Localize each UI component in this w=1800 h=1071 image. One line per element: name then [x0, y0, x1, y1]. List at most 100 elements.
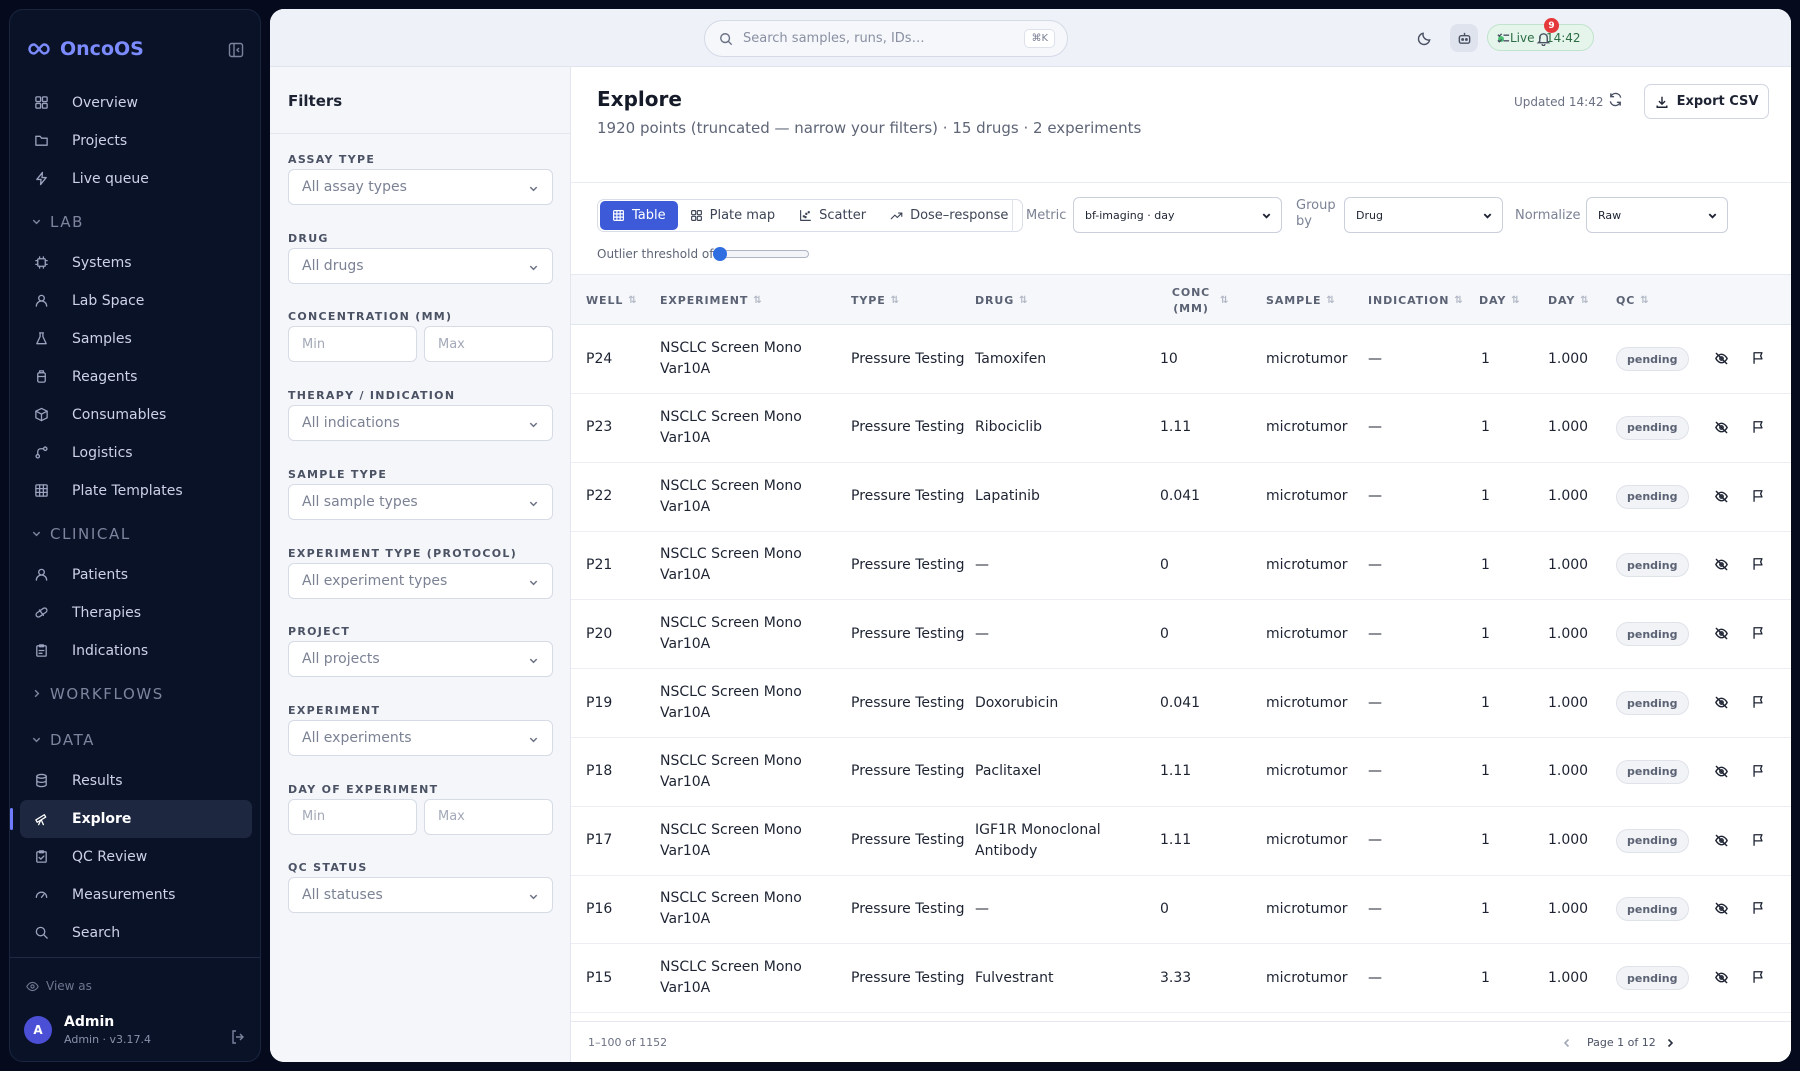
exclude-eye-off-icon[interactable]	[1714, 489, 1729, 504]
flag-icon[interactable]	[1751, 970, 1765, 984]
logout-icon[interactable]	[230, 1029, 246, 1045]
outlier-threshold-slider[interactable]	[713, 247, 809, 261]
column-header-drug[interactable]: Drug ⇅	[975, 275, 1028, 326]
filter-select-drug[interactable]: All drugs	[288, 247, 553, 284]
sidebar-section-workflows[interactable]: WORKFLOWS	[10, 672, 260, 716]
table-row[interactable]: P16 NSCLC Screen Mono Var10A Pressure Test…	[571, 875, 1791, 945]
exclude-eye-off-icon[interactable]	[1714, 557, 1729, 572]
sidebar-item-samples[interactable]: Samples	[20, 320, 252, 358]
notifications-button[interactable]: 9	[1529, 18, 1559, 52]
flag-icon[interactable]	[1751, 557, 1765, 571]
sidebar-item-lab-space[interactable]: Lab Space	[20, 282, 252, 320]
filter-select-project[interactable]: All projects	[288, 641, 553, 678]
view-tab-plate-map[interactable]: Plate map	[678, 201, 788, 230]
groupby-select[interactable]: Drug	[1344, 197, 1503, 233]
sidebar-item-therapies[interactable]: Therapies	[20, 594, 252, 632]
sidebar-item-patients[interactable]: Patients	[20, 556, 252, 594]
table-row[interactable]: P15 NSCLC Screen Mono Var10A Pressure Test…	[571, 944, 1791, 1014]
flag-icon[interactable]	[1751, 626, 1765, 640]
table-row[interactable]: P18 NSCLC Screen Mono Var10A Pressure Test…	[571, 738, 1791, 807]
sidebar-item-measurements[interactable]: Measurements	[20, 876, 252, 914]
flag-icon[interactable]	[1751, 833, 1765, 847]
sidebar-item-projects[interactable]: Projects	[20, 122, 252, 160]
exclude-eye-off-icon[interactable]	[1714, 626, 1729, 641]
brand[interactable]: OncoOS	[28, 38, 144, 60]
sidebar-item-reagents[interactable]: Reagents	[20, 358, 252, 396]
column-header-well[interactable]: Well ⇅	[586, 275, 638, 326]
assistant-button[interactable]	[1450, 24, 1478, 52]
cell-day: 1	[1481, 969, 1490, 986]
sidebar-item-live-queue[interactable]: Live queue	[20, 160, 252, 198]
view-tab-table[interactable]: Table	[600, 201, 678, 230]
flag-icon[interactable]	[1751, 764, 1765, 778]
column-header-indication[interactable]: Indication ⇅	[1368, 275, 1464, 326]
column-header-day[interactable]: Day ⇅	[1479, 275, 1521, 326]
exclude-eye-off-icon[interactable]	[1714, 970, 1729, 985]
view-as-toggle[interactable]: View as	[26, 979, 92, 993]
table-row[interactable]: P20 NSCLC Screen Mono Var10A Pressure Test…	[571, 600, 1791, 670]
sidebar-item-logistics[interactable]: Logistics	[20, 434, 252, 472]
chevron-right-icon[interactable]	[1664, 1037, 1676, 1049]
flag-icon[interactable]	[1751, 695, 1765, 709]
normalize-select[interactable]: Raw	[1586, 197, 1728, 233]
exclude-eye-off-icon[interactable]	[1714, 833, 1729, 848]
flag-icon[interactable]	[1751, 901, 1765, 915]
table-row[interactable]: P21 NSCLC Screen Mono Var10A Pressure Test…	[571, 531, 1791, 601]
filter-select-value: All projects	[302, 651, 380, 668]
sidebar-item-consumables[interactable]: Consumables	[20, 396, 252, 434]
table-row[interactable]: P23 NSCLC Screen Mono Var10A Pressure Test…	[571, 394, 1791, 463]
filter-select-qc-status[interactable]: All statuses	[288, 877, 553, 914]
filter-select-experiment[interactable]: All experiments	[288, 719, 553, 756]
slider-handle[interactable]	[713, 247, 727, 261]
export-csv-button[interactable]: Export CSV	[1644, 84, 1769, 119]
exclude-eye-off-icon[interactable]	[1714, 901, 1729, 916]
sidebar-item-plate-templates[interactable]: Plate Templates	[20, 472, 252, 510]
global-search[interactable]: Search samples, runs, IDs… ⌘K	[704, 20, 1068, 57]
sidebar-item-overview[interactable]: Overview	[20, 84, 252, 122]
filter-max-input[interactable]: Max	[424, 326, 553, 363]
filter-min-input[interactable]: Min	[288, 326, 417, 363]
exclude-eye-off-icon[interactable]	[1714, 420, 1729, 435]
flag-icon[interactable]	[1751, 420, 1765, 434]
filter-max-input[interactable]: Max	[424, 798, 553, 835]
sidebar-item-search[interactable]: Search	[20, 914, 252, 952]
exclude-eye-off-icon[interactable]	[1714, 764, 1729, 779]
refresh-icon[interactable]	[1608, 92, 1623, 107]
filter-select-sample-type[interactable]: All sample types	[288, 483, 553, 520]
cell-conc: 0	[1160, 900, 1169, 917]
column-header-conc-m-[interactable]: Conc (µM) ⇅	[1160, 275, 1229, 326]
sidebar-section-lab[interactable]: LAB	[10, 200, 260, 244]
column-header-qc[interactable]: QC ⇅	[1616, 275, 1650, 326]
flag-icon[interactable]	[1751, 351, 1765, 365]
filter-min-input[interactable]: Min	[288, 798, 417, 835]
exclude-eye-off-icon[interactable]	[1714, 695, 1729, 710]
table-row[interactable]: P24 NSCLC Screen Mono Var10A Pressure Test…	[571, 325, 1791, 394]
sidebar-section-data[interactable]: DATA	[10, 718, 260, 762]
view-tab-scatter[interactable]: Scatter	[787, 201, 878, 230]
column-header-sample[interactable]: Sample ⇅	[1266, 275, 1336, 326]
filter-select-therapy-indication[interactable]: All indications	[288, 405, 553, 442]
sidebar-item-qc-review[interactable]: QC Review	[20, 838, 252, 876]
column-header-experiment[interactable]: Experiment ⇅	[660, 275, 763, 326]
sidebar-item-indications[interactable]: Indications	[20, 632, 252, 670]
table-row[interactable]: P17 NSCLC Screen Mono Var10A Pressure Test…	[571, 807, 1791, 876]
sidebar-section-clinical[interactable]: CLINICAL	[10, 512, 260, 556]
chevron-left-icon[interactable]	[1561, 1037, 1573, 1049]
sidebar-collapse-icon[interactable]	[228, 42, 244, 58]
sidebar-item-systems[interactable]: Systems	[20, 244, 252, 282]
tasks-button[interactable]	[1489, 24, 1517, 52]
exclude-eye-off-icon[interactable]	[1714, 351, 1729, 366]
filter-select-experiment-type-protocol[interactable]: All experiment types	[288, 562, 553, 599]
theme-toggle-button[interactable]	[1410, 24, 1438, 52]
sidebar-item-results[interactable]: Results	[20, 762, 252, 800]
table-row[interactable]: P22 NSCLC Screen Mono Var10A Pressure Test…	[571, 463, 1791, 532]
metric-select[interactable]: bf-imaging · day	[1073, 197, 1282, 233]
column-header-type[interactable]: Type ⇅	[851, 275, 900, 326]
table-row[interactable]: P19 NSCLC Screen Mono Var10A Pressure Test…	[571, 669, 1791, 738]
column-header-day[interactable]: day ⇅	[1548, 275, 1590, 326]
flag-icon[interactable]	[1751, 489, 1765, 503]
sidebar-item-explore[interactable]: Explore	[10, 800, 252, 838]
filter-select-assay-type[interactable]: All assay types	[288, 169, 553, 205]
view-tab-dose-response[interactable]: Dose–response	[878, 201, 1020, 230]
user-profile[interactable]: A Admin Admin · v3.17.4	[24, 1014, 151, 1046]
